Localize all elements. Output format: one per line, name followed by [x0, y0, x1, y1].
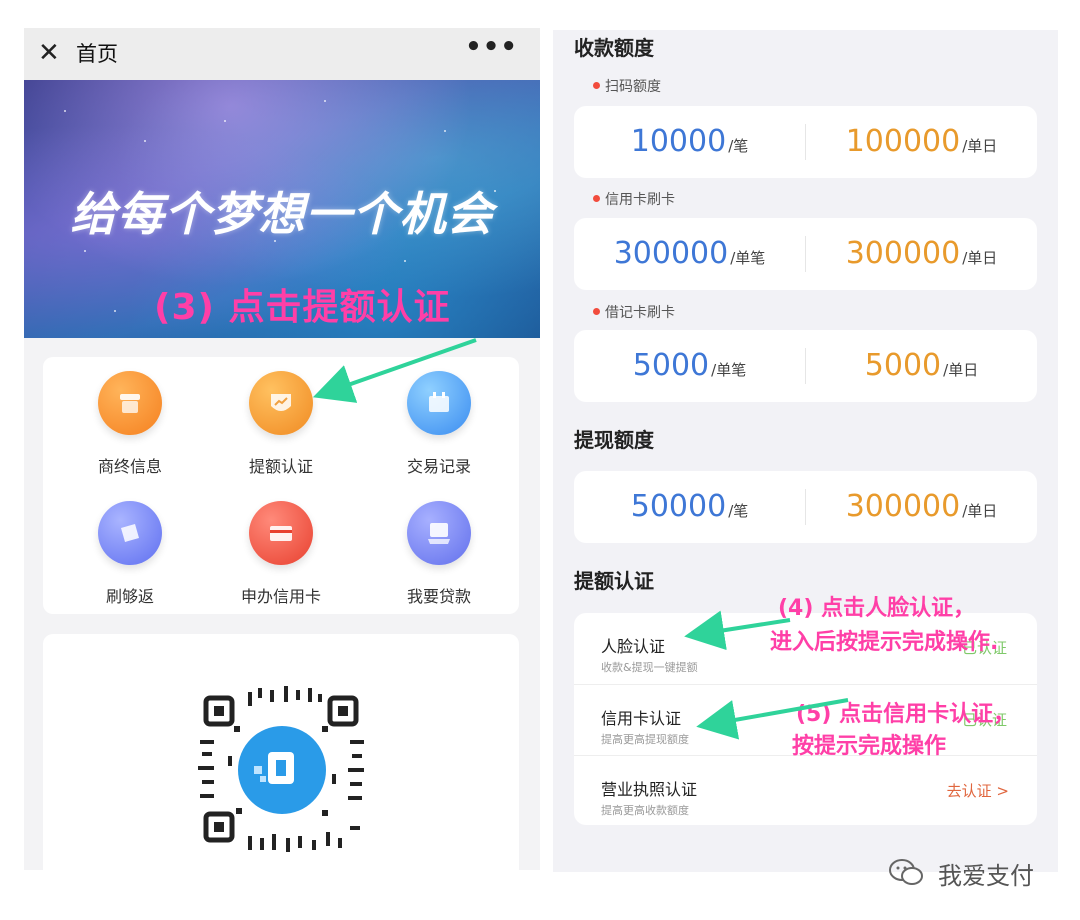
calendar-icon [407, 371, 471, 435]
label-scan: 扫码额度 [605, 79, 661, 95]
limit-value: 100000 [845, 124, 961, 159]
qr-card [43, 634, 519, 870]
limit-unit: /单笔 [711, 361, 747, 379]
qr-code-icon[interactable] [198, 686, 366, 854]
section-title-receive: 收款额度 [574, 36, 654, 60]
limit-unit: /单日 [943, 361, 979, 379]
limit-value: 300000 [845, 489, 961, 524]
menu-item-loan[interactable]: 我要贷款 [369, 491, 509, 606]
menu-label: 交易记录 [406, 457, 471, 476]
cert-name: 营业执照认证 [601, 780, 698, 799]
limit-value: 5000 [864, 348, 942, 383]
home-screen: ✕ 首页 ••• 给每个梦想一个机会 (3) 点击提额认证 商终信息 提额认证 [24, 28, 540, 870]
cert-name: 信用卡认证 [601, 709, 682, 728]
limit-value: 5000 [632, 348, 710, 383]
store-icon [98, 371, 162, 435]
limit-value: 300000 [613, 236, 729, 271]
credit-card-icon [249, 501, 313, 565]
annotation-step5-line2: 按提示完成操作 [792, 734, 947, 759]
annotation-step3: (3) 点击提额认证 [154, 287, 451, 328]
dot-icon [593, 195, 600, 202]
loan-icon [407, 501, 471, 565]
banner-slogan: 给每个梦想一个机会 [70, 187, 494, 241]
section-title-cert: 提额认证 [574, 569, 654, 593]
limit-card-scan: 10000/笔 100000/单日 [574, 106, 1037, 178]
cert-name: 人脸认证 [601, 637, 666, 656]
dot-icon [593, 82, 600, 89]
banner[interactable]: 给每个梦想一个机会 (3) 点击提额认证 [24, 80, 540, 338]
watermark-text: 我爱支付 [938, 862, 1034, 890]
limit-value: 10000 [630, 124, 727, 159]
cert-desc: 收款&提现一键提额 [601, 661, 698, 674]
limit-unit: /笔 [728, 137, 749, 155]
label-debit: 借记卡刷卡 [605, 305, 675, 321]
label-credit: 信用卡刷卡 [605, 192, 675, 208]
wechat-icon [889, 859, 923, 885]
limit-unit: /单日 [962, 137, 998, 155]
menu-item-transactions[interactable]: 交易记录 [369, 361, 509, 476]
top-bar: ✕ 首页 ••• [24, 28, 540, 80]
limit-value: 300000 [845, 236, 961, 271]
annotation-step4-line2: 进入后按提示完成操作. [770, 630, 999, 655]
annotation-step4-line1: (4) 点击人脸认证， [778, 596, 976, 621]
menu-label: 刷够返 [105, 587, 154, 606]
limit-unit: /单日 [962, 502, 998, 520]
menu-label: 申办信用卡 [240, 587, 321, 606]
limit-card-credit: 300000/单笔 300000/单日 [574, 218, 1037, 290]
menu-grid: 商终信息 提额认证 交易记录 刷够返 申办信用卡 我要贷款 [43, 357, 519, 614]
cert-desc: 提高更高提现额度 [601, 733, 689, 746]
limit-unit: /单笔 [730, 249, 766, 267]
menu-item-merchant-info[interactable]: 商终信息 [60, 361, 200, 476]
section-title-withdraw: 提现额度 [574, 428, 654, 452]
dot-icon [593, 308, 600, 315]
menu-item-apply-card[interactable]: 申办信用卡 [211, 491, 351, 606]
menu-item-cashback[interactable]: 刷够返 [60, 491, 200, 606]
menu-label: 商终信息 [97, 457, 162, 476]
limit-unit: /单日 [962, 249, 998, 267]
limit-card-withdraw: 50000/笔 300000/单日 [574, 471, 1037, 543]
limit-card-debit: 5000/单笔 5000/单日 [574, 330, 1037, 402]
menu-item-limit-cert[interactable]: 提额认证 [211, 361, 351, 476]
ticket-icon [98, 501, 162, 565]
limit-value: 50000 [630, 489, 727, 524]
page-title: 首页 [76, 42, 118, 66]
more-icon[interactable]: ••• [465, 32, 518, 62]
menu-label: 提额认证 [248, 457, 313, 476]
cert-desc: 提高更高收款额度 [601, 804, 689, 817]
go-certify-link[interactable]: 去认证 > [947, 780, 1009, 801]
cert-row-license[interactable]: 营业执照认证 提高更高收款额度 去认证 > [574, 755, 1037, 826]
shield-chart-icon [249, 371, 313, 435]
close-icon[interactable]: ✕ [38, 38, 60, 68]
annotation-step5-line1: (5) 点击信用卡认证， [796, 702, 1016, 727]
limit-unit: /笔 [728, 502, 749, 520]
menu-label: 我要贷款 [406, 587, 471, 606]
